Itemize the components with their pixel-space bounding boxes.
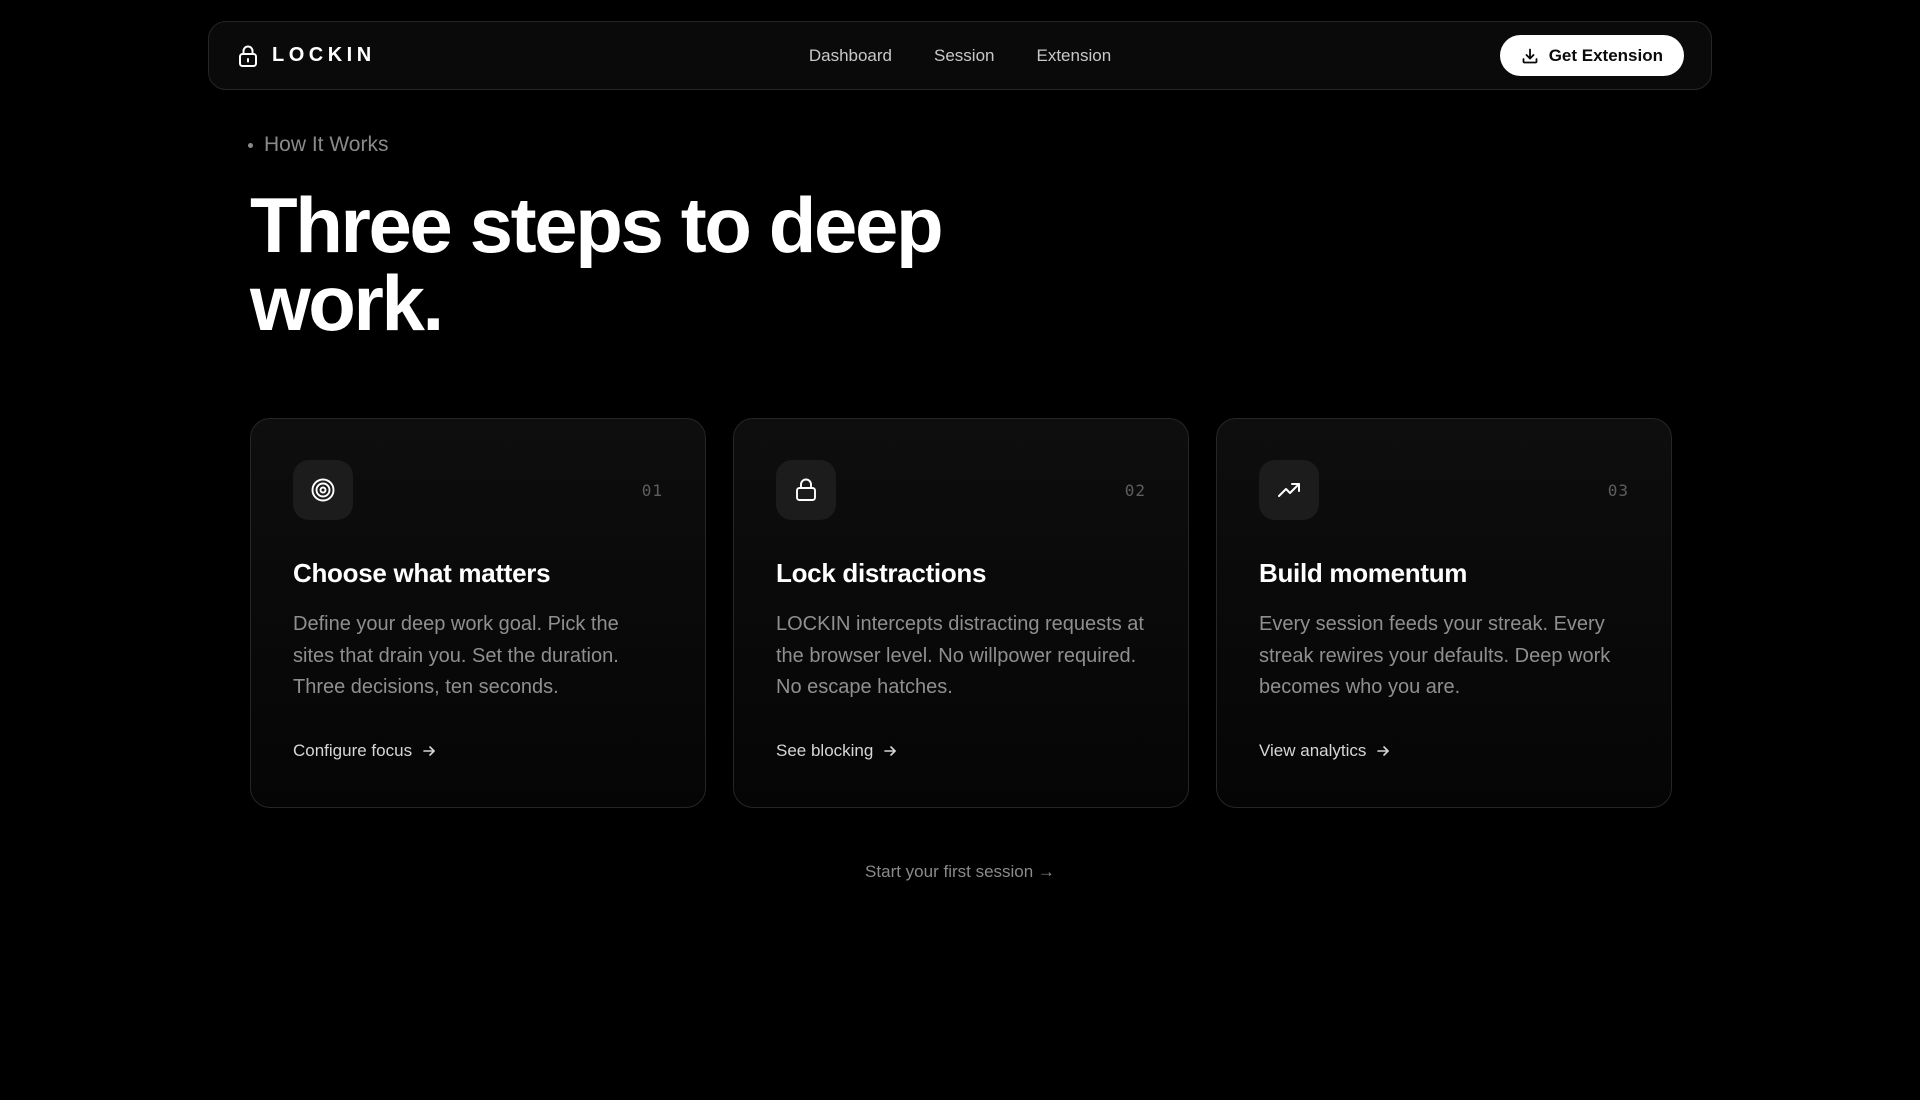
nav-link-session[interactable]: Session: [934, 46, 994, 66]
section-eyebrow: How It Works: [248, 133, 388, 157]
bullet-dot: [248, 142, 253, 148]
step-number: 02: [1124, 480, 1146, 500]
nav-link-extension[interactable]: Extension: [1036, 46, 1111, 66]
eyebrow-label: How It Works: [264, 133, 389, 156]
step-title: Choose what matters: [293, 558, 551, 588]
arrow-right-icon: [1375, 743, 1391, 759]
step-card-choose: 01 Choose what matters Define your deep …: [250, 418, 706, 808]
link-label: Configure focus: [293, 741, 413, 760]
step-title: Lock distractions: [776, 558, 987, 588]
lock-icon: [776, 460, 836, 520]
steps-cards: 01 Choose what matters Define your deep …: [250, 418, 1672, 808]
nav-link-dashboard[interactable]: Dashboard: [809, 46, 892, 66]
brand[interactable]: LOCKIN: [238, 44, 376, 67]
step-description: Every session feeds your streak. Every s…: [1259, 613, 1611, 698]
brand-name: LOCKIN: [272, 44, 376, 66]
get-extension-button[interactable]: Get Extension: [1499, 35, 1684, 76]
start-first-session-link[interactable]: Start your first session →: [0, 862, 1920, 882]
step-number: 01: [641, 480, 663, 500]
view-analytics-link[interactable]: View analytics: [1259, 741, 1391, 761]
step-card-lock: 02 Lock distractions LOCKIN intercepts d…: [733, 418, 1189, 808]
step-number: 03: [1607, 480, 1629, 500]
page-headline: Three steps to deep work.: [250, 181, 944, 347]
link-label: View analytics: [1259, 741, 1367, 760]
see-blocking-link[interactable]: See blocking: [776, 741, 898, 761]
link-label: See blocking: [776, 741, 874, 760]
step-title: Build momentum: [1259, 558, 1468, 588]
download-icon: [1521, 47, 1539, 65]
step-description: LOCKIN intercepts distracting requests a…: [776, 613, 1144, 698]
step-description: Define your deep work goal. Pick the sit…: [293, 613, 619, 698]
get-extension-label: Get Extension: [1548, 45, 1663, 65]
step-card-momentum: 03 Build momentum Every session feeds yo…: [1216, 418, 1672, 808]
target-icon: [293, 460, 353, 520]
lock-icon: [238, 45, 258, 67]
arrow-right-icon: [421, 743, 437, 759]
configure-focus-link[interactable]: Configure focus: [293, 741, 437, 761]
nav-links: Dashboard Session Extension: [809, 46, 1111, 66]
arrow-right-icon: [882, 743, 898, 759]
trending-up-icon: [1259, 460, 1319, 520]
top-navbar: LOCKIN Dashboard Session Extension Get E…: [208, 21, 1712, 90]
